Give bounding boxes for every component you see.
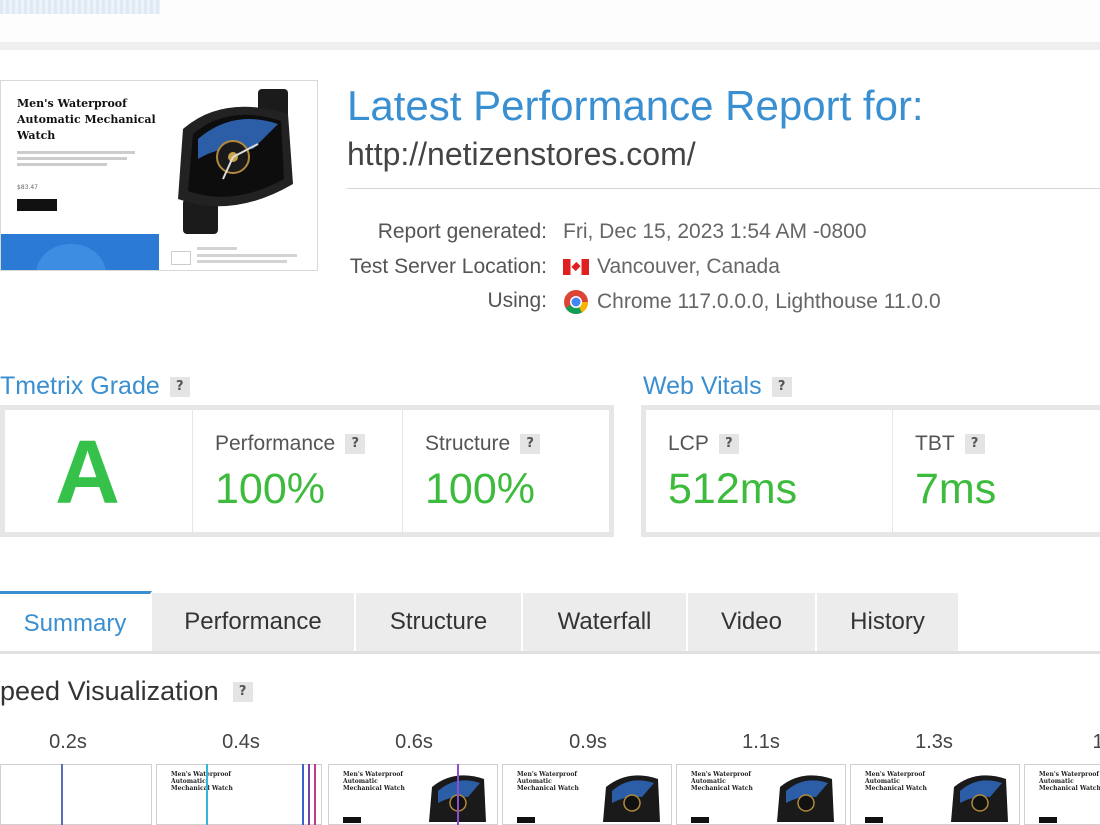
structure-help-icon[interactable]: ? (520, 434, 541, 454)
tbt-cell: TBT ? 7ms (893, 410, 1100, 532)
report-generated-label: Report generated: (377, 220, 547, 243)
speed-help-icon[interactable]: ? (232, 681, 253, 702)
top-divider (0, 42, 1100, 50)
filmstrip-frame-title: Men's Waterproof Automatic Mechanical Wa… (1039, 771, 1100, 792)
performance-label: Performance ? (215, 432, 366, 456)
lcp-help-icon[interactable]: ? (718, 434, 739, 454)
using-label: Using: (487, 289, 547, 312)
vitals-panel: LCP ? 512ms TBT ? 7ms (641, 405, 1100, 537)
thumbnail-hero-text (17, 151, 137, 169)
tbt-value: 7ms (915, 465, 997, 513)
test-location-value: Vancouver, Canada (563, 255, 780, 279)
test-location-label: Test Server Location: (349, 255, 547, 278)
meta-test-location: Test Server Location: Vancouver, Canada (300, 255, 1100, 285)
report-title: Latest Performance Report for: (347, 82, 924, 129)
performance-value: 100% (215, 465, 325, 513)
filmstrip-frame[interactable]: Men's Waterproof Automatic Mechanical Wa… (676, 764, 846, 825)
report-tabs: Summary Performance Structure Waterfall … (0, 591, 1100, 654)
tab-performance[interactable]: Performance (152, 593, 356, 651)
timeline-marker-tti (308, 764, 310, 825)
thumbnail-shipping-card (169, 241, 309, 269)
timeline-marker-fully-loaded (457, 764, 459, 825)
grade-help-icon[interactable]: ? (169, 376, 190, 397)
tab-structure[interactable]: Structure (356, 593, 523, 651)
watch-thumb-image (777, 775, 834, 822)
top-strip (0, 0, 1100, 50)
timeline-tick: 1.1s (742, 731, 780, 753)
watch-thumb-image (603, 775, 660, 822)
chrome-icon (564, 290, 588, 315)
timeline-marker-fcp (206, 764, 208, 825)
timeline-tick: 0.2s (49, 731, 87, 753)
timeline-marker-lcp (302, 764, 304, 825)
grade-cell: A (5, 410, 193, 532)
timeline-tick: 1.3s (915, 731, 953, 753)
tab-history[interactable]: History (817, 593, 960, 651)
watch-thumb-image (429, 775, 486, 822)
tbt-help-icon[interactable]: ? (964, 434, 985, 454)
report-url[interactable]: http://netizenstores.com/ (347, 136, 696, 173)
meta-report-generated: Report generated: Fri, Dec 15, 2023 1:54… (300, 220, 1100, 250)
thumbnail-price: $83.47 (17, 184, 38, 191)
filmstrip-frame[interactable]: Men's Waterproof Automatic Mechanical Wa… (1024, 764, 1100, 825)
vitals-help-icon[interactable]: ? (771, 376, 792, 397)
using-value: Chrome 117.0.0.0, Lighthouse 11.0.0 (563, 289, 941, 315)
lcp-value: 512ms (668, 465, 798, 513)
structure-label: Structure ? (425, 432, 541, 456)
meta-using: Using: Chrome 117.0.0.0, Lighthouse 11.0… (300, 289, 1100, 319)
top-nav-fragment (0, 0, 160, 14)
watch-thumb-image (951, 775, 1008, 822)
watch-image (178, 89, 293, 234)
filmstrip-frame[interactable]: Men's Waterproof Automatic Mechanical Wa… (502, 764, 672, 825)
thumbnail-hero-title: Men's Waterproof Automatic Mechanical Wa… (17, 97, 156, 142)
grade-section-title: Tmetrix Grade ? (0, 372, 190, 401)
lcp-label: LCP ? (668, 432, 739, 456)
tbt-label: TBT ? (915, 432, 985, 456)
performance-cell: Performance ? 100% (193, 410, 403, 532)
timeline-tick: 1 (1092, 731, 1100, 753)
filmstrip-frame-title: Men's Waterproof Automatic Mechanical Wa… (865, 771, 927, 792)
report-generated-value: Fri, Dec 15, 2023 1:54 AM -0800 (563, 220, 867, 243)
timeline-tick: 0.6s (395, 731, 433, 753)
grade-panel: A Performance ? 100% Structure ? 100% (0, 405, 614, 537)
thumbnail-buy-button (17, 199, 57, 211)
grade-letter: A (55, 423, 120, 523)
filmstrip-frame[interactable]: Men's Waterproof Automatic Mechanical Wa… (328, 764, 498, 825)
page-screenshot-thumbnail[interactable]: Men's Waterproof Automatic Mechanical Wa… (0, 80, 318, 271)
structure-value: 100% (425, 465, 535, 513)
thumbnail-blue-banner (1, 234, 159, 270)
filmstrip-frame[interactable]: Men's Waterproof Automatic Mechanical Wa… (156, 764, 322, 825)
timeline-tick: 0.9s (569, 731, 607, 753)
tab-summary[interactable]: Summary (0, 591, 152, 654)
header-divider (347, 188, 1100, 189)
timeline-marker-ttfb (61, 764, 63, 825)
speed-visualization-title: peed Visualization ? (0, 676, 253, 707)
canada-flag-icon (563, 259, 589, 275)
filmstrip-frame-title: Men's Waterproof Automatic Mechanical Wa… (343, 771, 405, 792)
tabs-baseline (0, 651, 1100, 654)
tab-video[interactable]: Video (688, 593, 817, 651)
filmstrip-frame-title: Men's Waterproof Automatic Mechanical Wa… (517, 771, 579, 792)
filmstrip-frame[interactable]: Men's Waterproof Automatic Mechanical Wa… (850, 764, 1020, 825)
performance-help-icon[interactable]: ? (345, 434, 366, 454)
filmstrip-frame-title: Men's Waterproof Automatic Mechanical Wa… (691, 771, 753, 792)
filmstrip-frame-blank[interactable] (0, 764, 152, 825)
timeline-marker-onload (314, 764, 316, 825)
tab-waterfall[interactable]: Waterfall (523, 593, 688, 651)
lcp-cell: LCP ? 512ms (646, 410, 893, 532)
timeline-tick: 0.4s (222, 731, 260, 753)
vitals-section-title: Web Vitals ? (643, 372, 792, 401)
structure-cell: Structure ? 100% (403, 410, 609, 532)
